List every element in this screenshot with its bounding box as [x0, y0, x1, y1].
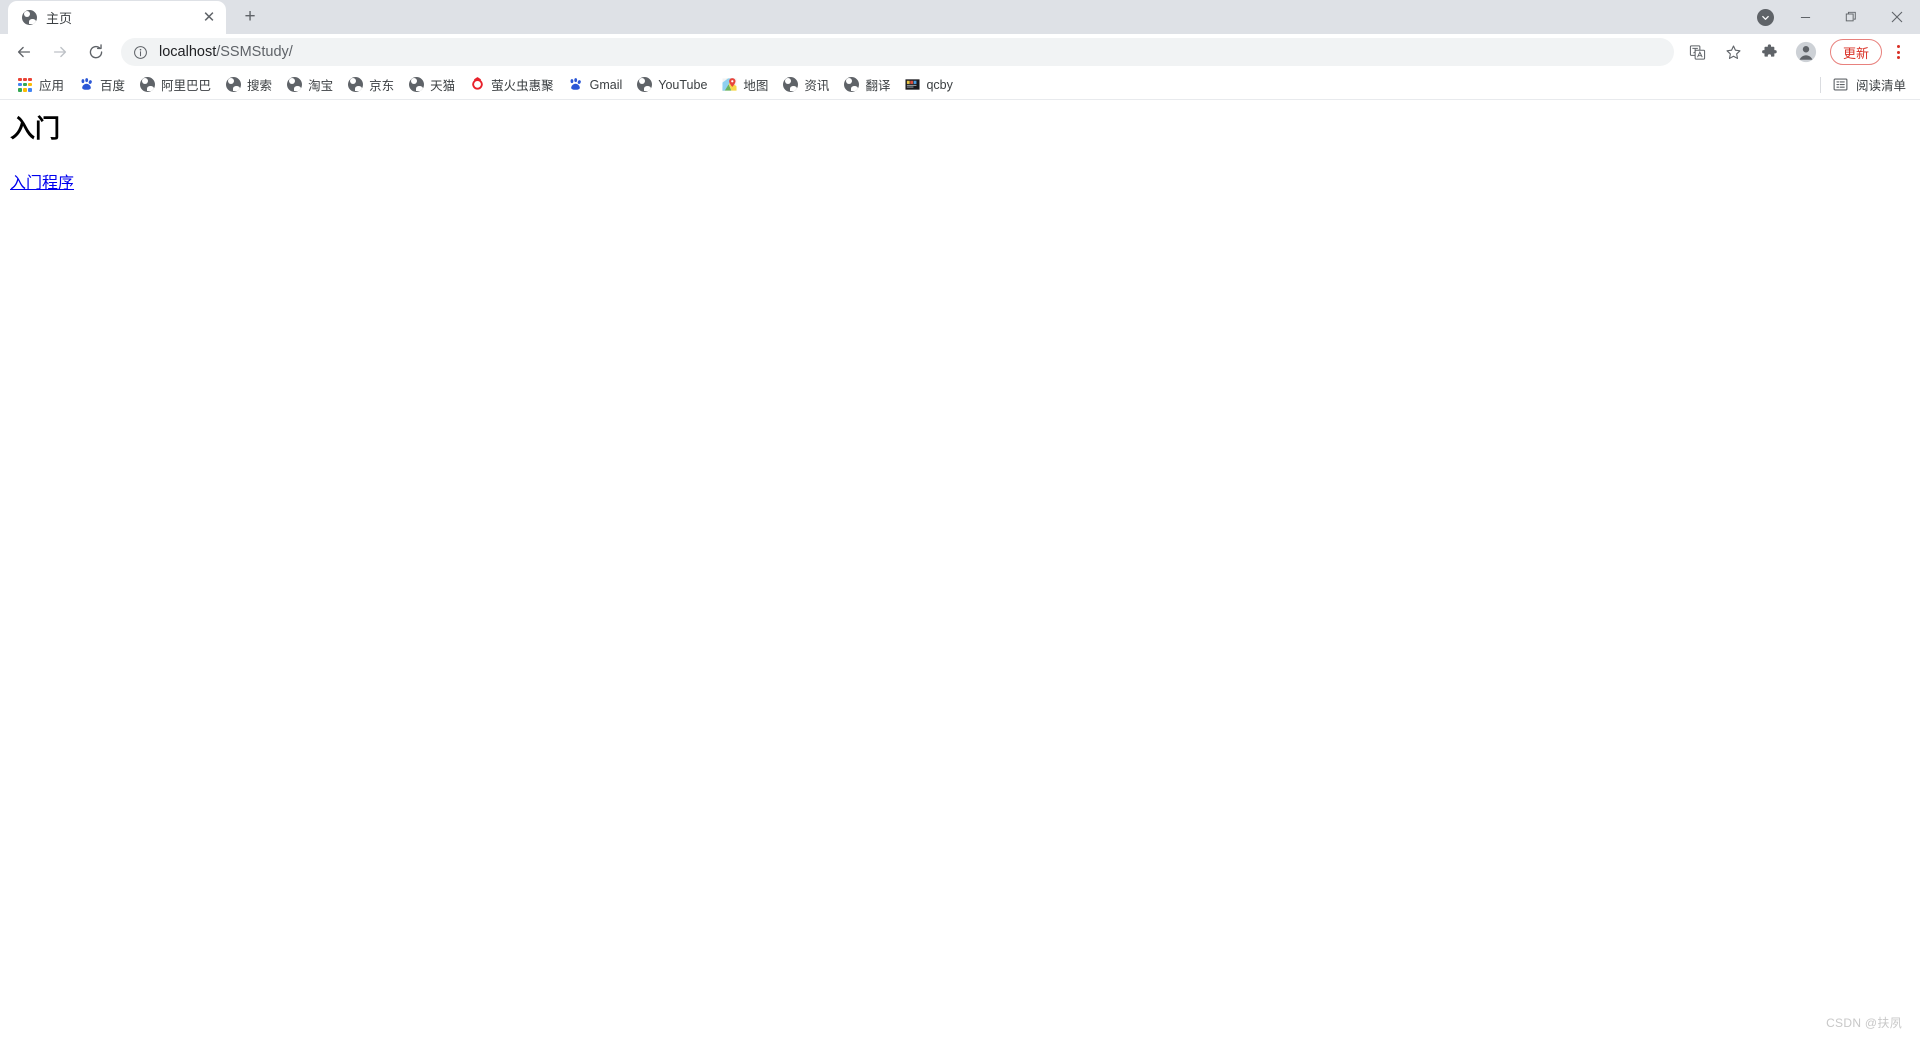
red-ring-icon	[469, 77, 485, 93]
window-controls	[1748, 0, 1920, 34]
browser-tab[interactable]: 主页 ✕	[8, 1, 226, 34]
close-tab-icon[interactable]: ✕	[200, 9, 218, 27]
globe-icon	[21, 10, 37, 26]
bookmark-yinghuochong[interactable]: 萤火虫惠聚	[462, 73, 561, 97]
bookmark-label: YouTube	[658, 77, 708, 92]
globe-icon	[843, 77, 859, 93]
globe-icon	[408, 77, 424, 93]
bookmarks-bar: 应用 百度 阿里巴巴 搜索 淘宝 京东 天猫 萤火虫惠聚 Gmail YouTu…	[0, 70, 1920, 100]
bookmark-youtube[interactable]: YouTube	[629, 73, 714, 97]
baidu-paw-icon	[78, 77, 94, 93]
bookmark-label: 阿里巴巴	[161, 79, 212, 93]
globe-icon	[636, 77, 652, 93]
bookmark-label: 资讯	[804, 79, 830, 93]
getting-started-link[interactable]: 入门程序	[10, 175, 74, 192]
globe-icon	[286, 77, 302, 93]
page-title: 入门	[10, 116, 61, 143]
bookmark-alibaba[interactable]: 阿里巴巴	[132, 73, 218, 97]
globe-icon	[139, 77, 155, 93]
globe-icon	[782, 77, 798, 93]
update-button[interactable]: 更新	[1829, 39, 1882, 65]
apps-grid-icon	[17, 77, 33, 93]
bookmark-gmail[interactable]: Gmail	[561, 73, 630, 97]
forward-icon[interactable]	[45, 37, 75, 67]
minimize-button[interactable]	[1782, 0, 1828, 34]
bookmark-maps[interactable]: 地图	[714, 73, 775, 97]
bookmarks-divider	[1819, 76, 1821, 93]
avatar-icon[interactable]	[1791, 37, 1821, 67]
bookmark-apps[interactable]: 应用	[10, 73, 71, 97]
bookmark-label: 翻译	[865, 79, 891, 93]
globe-icon	[347, 77, 363, 93]
tab-strip: 主页 ✕ +	[0, 0, 1920, 34]
download-badge-icon[interactable]	[1748, 0, 1782, 34]
reading-list-button[interactable]: 阅读清单	[1831, 73, 1914, 97]
bookmark-jd[interactable]: 京东	[340, 73, 401, 97]
bookmark-news[interactable]: 资讯	[775, 73, 836, 97]
watermark: CSDN @扶夙	[1826, 1016, 1902, 1030]
bookmark-label: 京东	[369, 79, 395, 93]
baidu-paw-icon	[568, 77, 584, 93]
maps-pin-icon	[721, 77, 737, 93]
three-dot-menu-icon[interactable]	[1884, 37, 1912, 67]
bookmark-label: 百度	[100, 79, 126, 93]
reload-icon[interactable]	[81, 37, 111, 67]
bookmark-label: 地图	[743, 79, 769, 93]
tab-title: 主页	[46, 11, 73, 26]
close-window-button[interactable]	[1874, 0, 1920, 34]
bookmark-qcby[interactable]: qcby	[897, 73, 959, 97]
bookmark-label: 萤火虫惠聚	[491, 79, 554, 93]
qcby-icon	[904, 77, 920, 93]
translate-icon[interactable]	[1683, 37, 1713, 67]
browser-toolbar: localhost/SSMStudy/ 更新	[0, 34, 1920, 70]
address-bar[interactable]: localhost/SSMStudy/	[121, 38, 1674, 66]
bookmark-translate[interactable]: 翻译	[836, 73, 897, 97]
back-icon[interactable]	[9, 37, 39, 67]
page-content: 入门 入门程序 CSDN @扶夙	[0, 100, 1920, 1039]
puzzle-icon[interactable]	[1755, 37, 1785, 67]
bookmark-baidu[interactable]: 百度	[71, 73, 132, 97]
bookmark-search[interactable]: 搜索	[218, 73, 279, 97]
maximize-button[interactable]	[1828, 0, 1874, 34]
reading-list-label: 阅读清单	[1855, 79, 1906, 93]
bookmark-label: qcby	[926, 77, 953, 92]
bookmark-label: 淘宝	[308, 79, 334, 93]
bookmark-label: 搜索	[247, 79, 273, 93]
bookmark-label: 应用	[39, 79, 65, 93]
url-text: localhost/SSMStudy/	[159, 44, 293, 60]
globe-icon	[225, 77, 241, 93]
url-path: /SSMStudy/	[216, 44, 293, 60]
bookmark-tmall[interactable]: 天猫	[401, 73, 462, 97]
bookmark-label: Gmail	[589, 77, 623, 92]
star-icon[interactable]	[1719, 37, 1749, 67]
bookmark-taobao[interactable]: 淘宝	[279, 73, 340, 97]
info-circle-icon[interactable]	[132, 44, 149, 61]
new-tab-button[interactable]: +	[236, 3, 264, 31]
url-host: localhost	[159, 44, 217, 60]
reading-list-icon	[1833, 77, 1849, 93]
bookmark-label: 天猫	[430, 79, 456, 93]
